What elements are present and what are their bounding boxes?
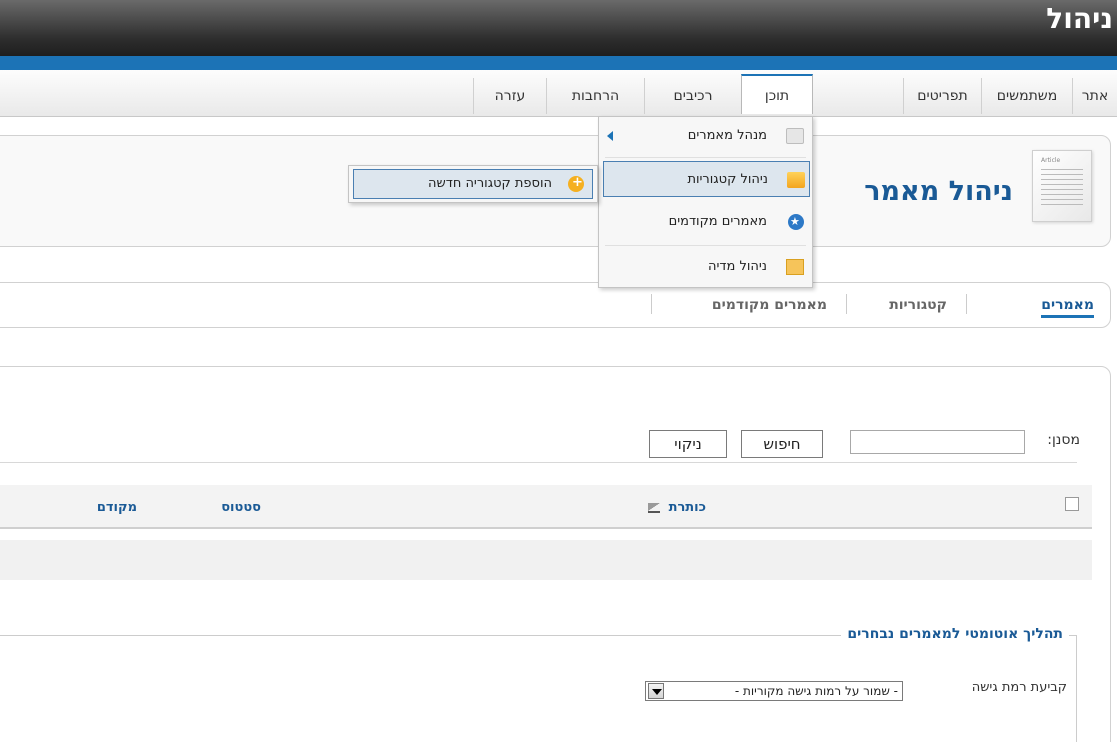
column-title-label: כותרת bbox=[668, 500, 706, 515]
folder-icon bbox=[787, 172, 805, 188]
clear-button[interactable]: ניקוי bbox=[649, 430, 727, 458]
dropdown-item-featured-articles[interactable]: מאמרים מקודמים bbox=[599, 203, 812, 241]
column-title[interactable]: כותרת bbox=[648, 500, 706, 515]
tab-divider bbox=[651, 294, 652, 314]
column-featured[interactable]: מקודם bbox=[97, 500, 137, 515]
dropdown-item-media-manager[interactable]: ניהול מדיה bbox=[599, 248, 812, 286]
header-title: ניהול bbox=[1046, 2, 1113, 35]
add-new-category-label: הוספת קטגוריה חדשה bbox=[428, 176, 552, 191]
sort-icon bbox=[648, 502, 661, 513]
chevron-down-icon[interactable] bbox=[648, 683, 664, 699]
submenu-arrow-icon bbox=[607, 131, 613, 141]
menu-item-components[interactable]: רכיבים bbox=[644, 78, 741, 114]
dropdown-item-label: מאמרים מקודמים bbox=[668, 214, 767, 229]
dropdown-item-article-manager[interactable]: מנהל מאמרים bbox=[599, 117, 812, 155]
dropdown-item-label: ניהול קטגוריות bbox=[687, 172, 768, 187]
filter-label: מסנן: bbox=[1047, 432, 1080, 448]
star-icon bbox=[788, 203, 804, 241]
select-all-checkbox[interactable] bbox=[1065, 497, 1079, 511]
page-title: ניהול מאמר bbox=[864, 176, 1013, 207]
batch-legend: תהליך אוטומטי למאמרים נבחרים bbox=[841, 626, 1069, 642]
category-flyout-menu: הוספת קטגוריה חדשה bbox=[348, 165, 598, 203]
dropdown-item-label: ניהול מדיה bbox=[708, 259, 767, 274]
access-level-label: קביעת רמת גישה bbox=[971, 680, 1067, 695]
tab-divider bbox=[846, 294, 847, 314]
articles-page-icon: Article bbox=[1032, 150, 1092, 222]
column-status[interactable]: סטטוס bbox=[221, 500, 261, 515]
dropdown-item-category-manager[interactable]: ניהול קטגוריות bbox=[603, 161, 810, 197]
dropdown-divider bbox=[605, 157, 806, 158]
access-level-select[interactable]: - שמור על רמות גישה מקוריות - bbox=[645, 681, 903, 701]
filter-input[interactable] bbox=[850, 430, 1025, 454]
article-icon bbox=[786, 128, 804, 144]
filter-divider bbox=[0, 462, 1077, 463]
media-icon bbox=[786, 259, 804, 275]
tab-featured[interactable]: מאמרים מקודמים bbox=[712, 292, 827, 318]
header-accent-strip bbox=[0, 56, 1117, 70]
menu-item-menus[interactable]: תפריטים bbox=[903, 78, 981, 114]
menu-item-site[interactable]: אתר bbox=[1072, 78, 1117, 114]
dropdown-item-label: מנהל מאמרים bbox=[687, 128, 767, 143]
main-menu-bar: אתר משתמשים תפריטים תוכן רכיבים הרחבות ע… bbox=[0, 70, 1117, 117]
menu-item-help[interactable]: עזרה bbox=[473, 78, 546, 114]
plus-icon bbox=[568, 169, 584, 197]
menu-item-content[interactable]: תוכן bbox=[741, 74, 813, 114]
tab-categories[interactable]: קטגוריות bbox=[889, 292, 947, 318]
tab-articles[interactable]: מאמרים bbox=[1041, 292, 1094, 318]
menu-item-users[interactable]: משתמשים bbox=[981, 78, 1072, 114]
access-level-value: - שמור על רמות גישה מקוריות - bbox=[734, 684, 898, 698]
dropdown-divider bbox=[605, 245, 806, 246]
tab-divider bbox=[966, 294, 967, 314]
content-dropdown-menu: מנהל מאמרים ניהול קטגוריות מאמרים מקודמי… bbox=[598, 116, 813, 288]
table-header bbox=[0, 485, 1092, 529]
batch-fieldset bbox=[0, 635, 1077, 742]
menu-item-extensions[interactable]: הרחבות bbox=[546, 78, 644, 114]
table-footer bbox=[0, 540, 1092, 580]
add-new-category-item[interactable]: הוספת קטגוריה חדשה bbox=[353, 169, 593, 199]
search-button[interactable]: חיפוש bbox=[741, 430, 823, 458]
